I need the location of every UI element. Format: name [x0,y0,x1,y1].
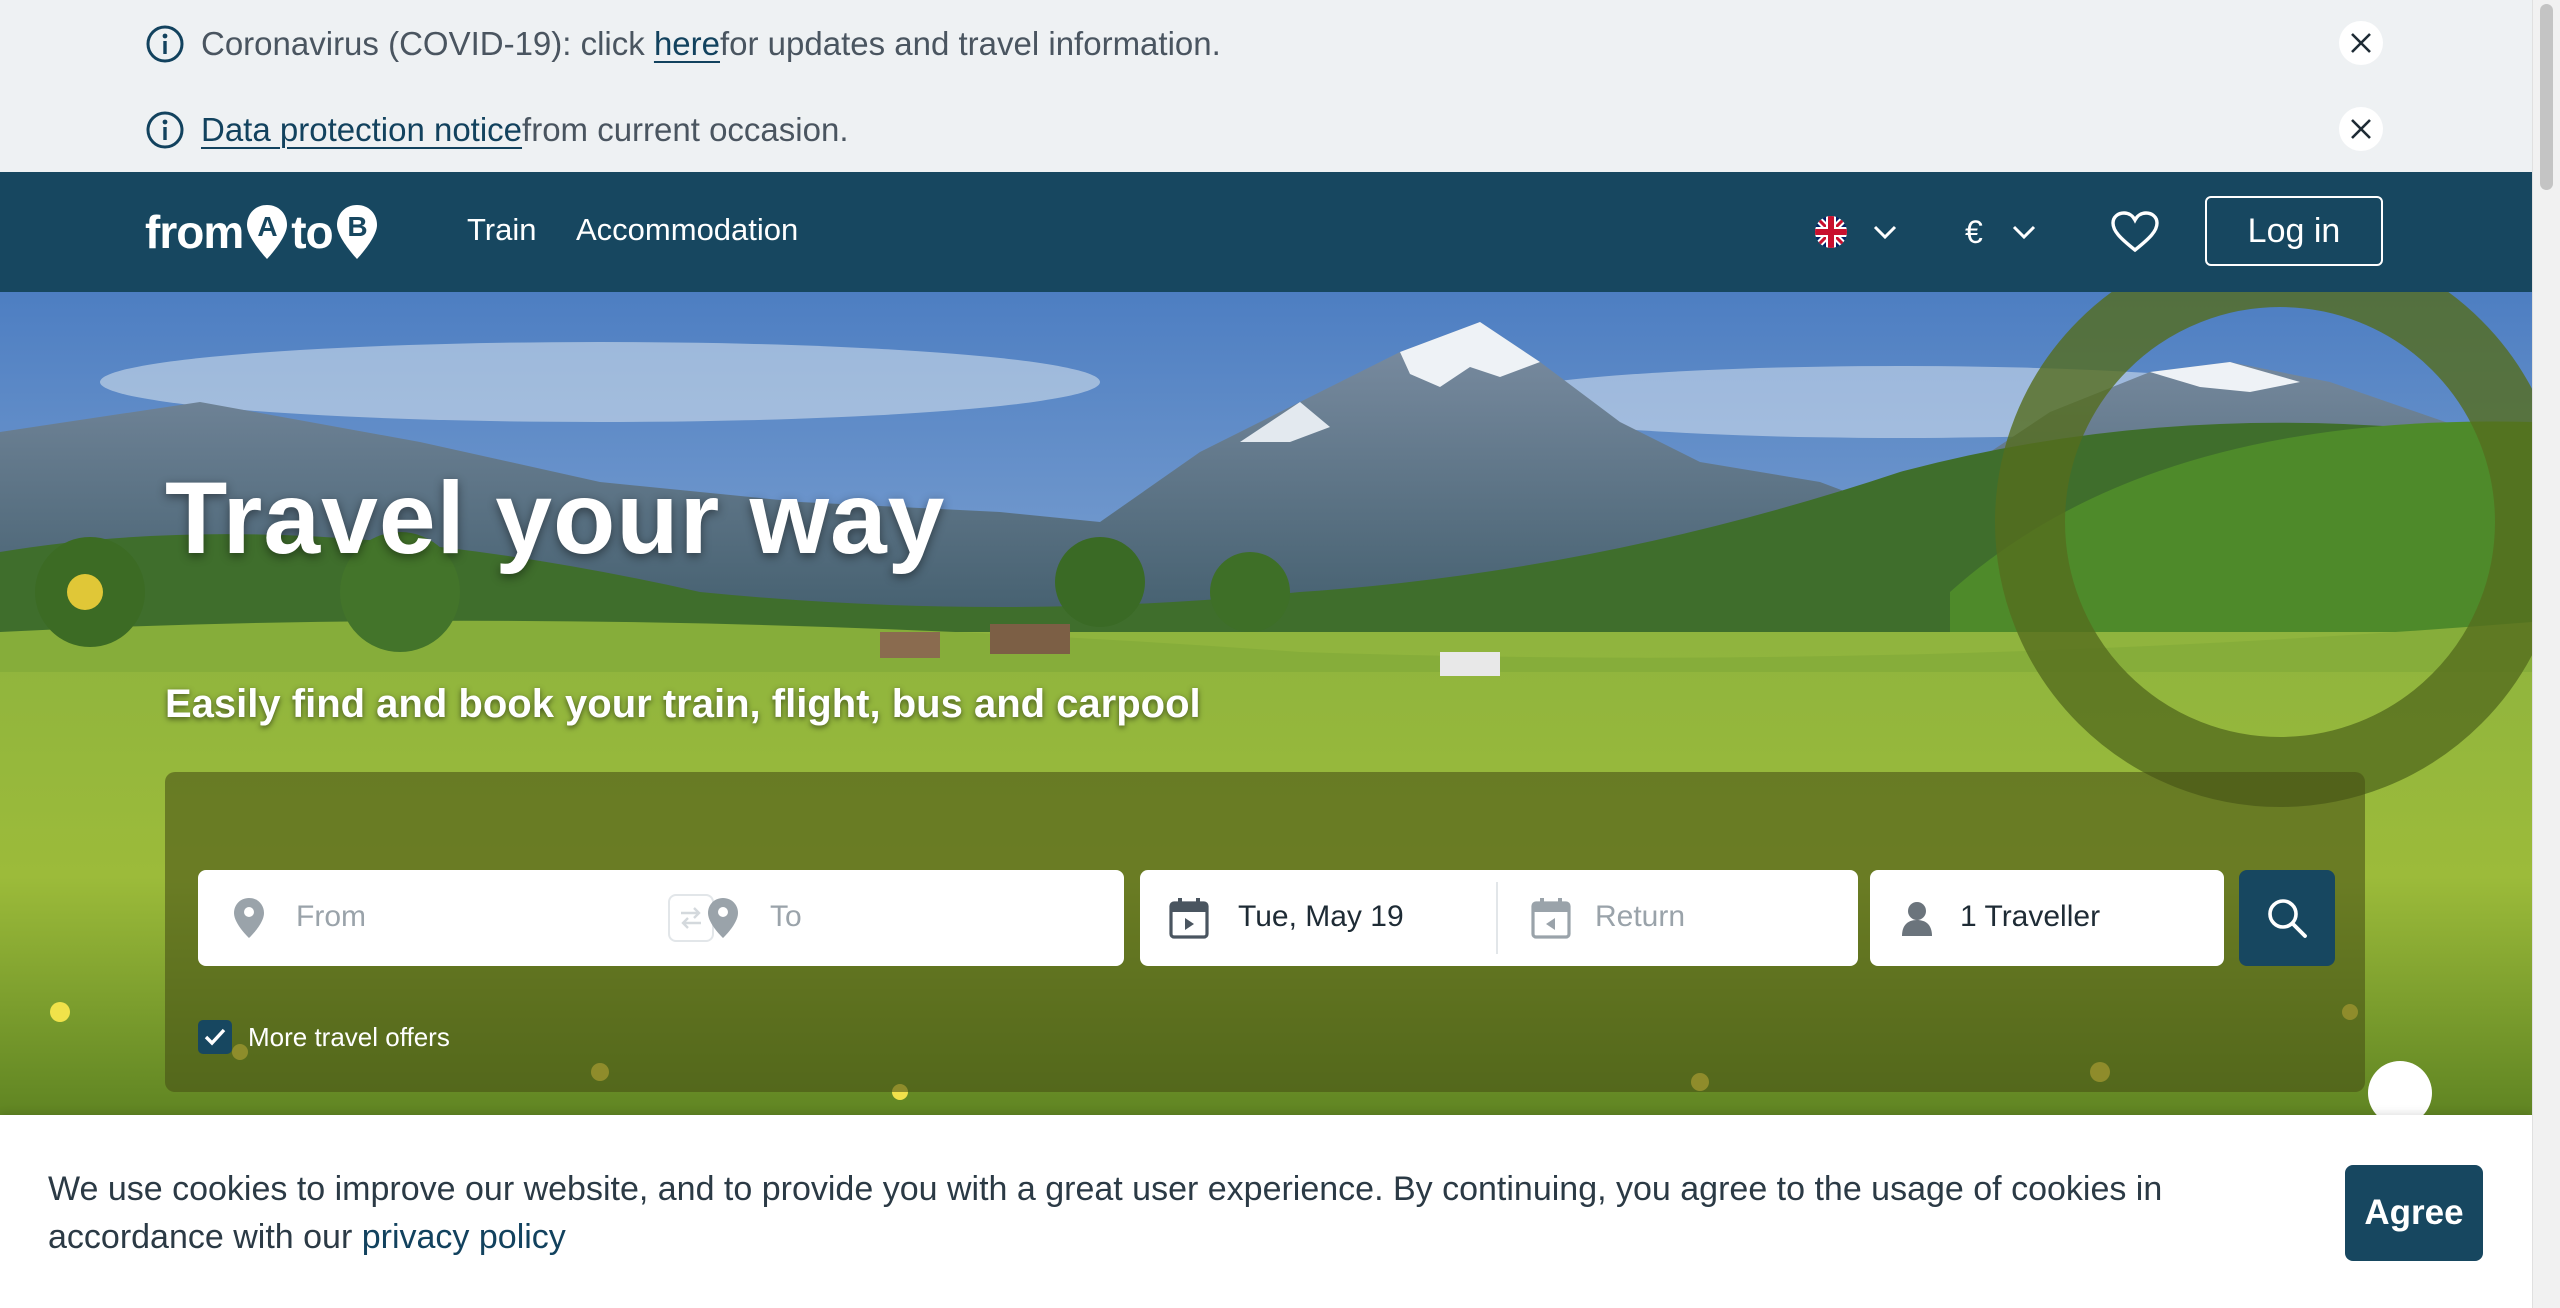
favorites-button[interactable] [2110,208,2160,256]
currency-selector[interactable]: € [1965,208,2037,256]
fromatob-logo[interactable]: from A to B [145,200,381,264]
svg-text:A: A [258,211,278,242]
notice-area: Coronavirus (COVID-19): click here for u… [0,0,2532,172]
to-input[interactable]: To [770,900,802,934]
logo-from: from [145,206,244,258]
more-travel-offers-checkbox[interactable]: More travel offers [198,1020,450,1054]
location-pin-icon [234,898,264,938]
login-button[interactable]: Log in [2205,196,2383,266]
hero-banner: Travel your way Easily find and book you… [0,292,2532,1122]
close-data-notice-button[interactable] [2339,107,2383,151]
data-protection-notice: Data protection notice from current occa… [145,108,849,152]
checkmark-icon [204,1028,226,1046]
calendar-return-icon [1531,898,1571,939]
nav-train[interactable]: Train [467,212,536,248]
carousel-dot[interactable] [2368,1061,2432,1122]
route-field: From To [198,870,1124,966]
notice-text-suffix: from current occasion. [522,111,849,148]
currency-symbol: € [1965,213,1983,250]
cookie-banner: We use cookies to improve our website, a… [0,1115,2532,1308]
depart-date-input[interactable]: Tue, May 19 [1238,900,1404,934]
info-icon [145,110,185,150]
person-icon [1902,902,1932,936]
date-field: Tue, May 19 Return [1140,870,1858,966]
checkbox-checked[interactable] [198,1020,232,1054]
svg-text:B: B [347,211,366,242]
logo-pin-b: B [336,205,377,259]
language-selector[interactable] [1814,208,1898,256]
notice-text-suffix: for updates and travel information. [720,25,1221,62]
agree-button[interactable]: Agree [2345,1165,2483,1261]
close-covid-notice-button[interactable] [2339,21,2383,65]
close-icon [2351,119,2371,139]
travellers-field[interactable]: 1 Traveller [1870,870,2224,966]
site-header: from A to B Train Accommodation € Log in [0,172,2532,292]
nav-accommodation[interactable]: Accommodation [576,212,798,248]
search-button[interactable] [2239,870,2335,966]
logo-pin-a: A [247,205,288,259]
chevron-down-icon [2012,225,2035,240]
swap-arrows-icon [681,907,701,929]
heart-icon [2111,211,2159,253]
hero-title: Travel your way [165,461,946,575]
chevron-down-icon [1873,225,1897,240]
search-panel: From To Tue, May 19 Return 1 Traveller M… [165,772,2365,1092]
uk-flag-icon [1815,216,1847,248]
vertical-scrollbar[interactable] [2532,0,2560,1308]
covid-notice: Coronavirus (COVID-19): click here for u… [145,22,1221,66]
notice-text-prefix: Coronavirus (COVID-19): click [201,25,645,62]
logo-to: to [291,206,333,258]
covid-here-link[interactable]: here [654,25,720,63]
hero-subtitle: Easily find and book your train, flight,… [165,682,1201,726]
privacy-policy-link[interactable]: privacy policy [362,1218,566,1256]
search-icon [2268,899,2307,938]
from-input[interactable]: From [296,900,366,934]
page: Coronavirus (COVID-19): click here for u… [0,0,2532,1308]
more-travel-offers-label: More travel offers [248,1021,450,1052]
scrollbar-thumb[interactable] [2540,4,2553,190]
return-date-input[interactable]: Return [1595,900,1685,934]
travellers-value: 1 Traveller [1960,900,2101,933]
date-divider [1496,882,1498,954]
calendar-icon [1169,898,1209,939]
close-icon [2351,33,2371,53]
data-protection-link[interactable]: Data protection notice [201,111,522,149]
info-icon [145,24,185,64]
cookie-message: We use cookies to improve our website, a… [48,1165,2198,1261]
location-pin-icon [708,898,738,938]
